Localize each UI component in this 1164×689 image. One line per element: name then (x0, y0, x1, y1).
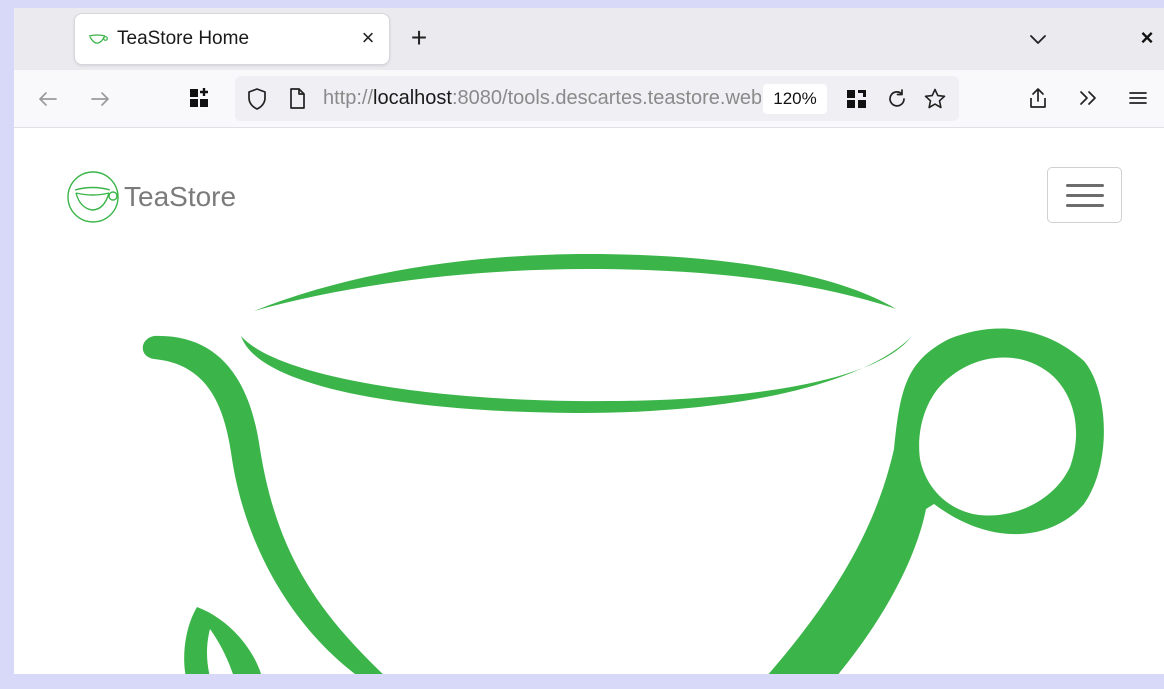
tab-close-button[interactable]: × (355, 24, 381, 52)
share-icon[interactable] (1026, 86, 1050, 110)
zoom-level-badge[interactable]: 120% (763, 84, 827, 114)
navbar-toggle-button[interactable] (1047, 167, 1122, 223)
bookmark-star-icon[interactable] (923, 87, 947, 111)
brand-link[interactable]: TeaStore (66, 169, 236, 225)
tab-teastore-home[interactable]: TeaStore Home × (75, 14, 389, 64)
hamburger-bar (1066, 184, 1104, 187)
url-text[interactable]: http://localhost:8080/tools.descartes.te… (323, 87, 761, 110)
tab-strip: TeaStore Home × + × (14, 8, 1164, 70)
teastore-logo-icon (67, 171, 119, 223)
page-icon[interactable] (285, 87, 309, 111)
tab-title: TeaStore Home (117, 28, 250, 49)
browser-window: TeaStore Home × + × http://localhost:808… (14, 8, 1164, 674)
new-tab-button[interactable]: + (404, 24, 434, 54)
window-close-button[interactable]: × (1135, 23, 1159, 53)
reload-icon[interactable] (885, 87, 909, 111)
page-content: TeaStore (14, 129, 1164, 674)
overflow-chevrons-icon[interactable] (1076, 86, 1100, 110)
brand-name: TeaStore (124, 181, 237, 212)
chevron-down-icon[interactable] (1026, 28, 1050, 50)
qr-code-icon[interactable] (845, 87, 869, 111)
hamburger-bar (1066, 204, 1104, 207)
teacup-icon (88, 34, 108, 44)
navigation-toolbar: http://localhost:8080/tools.descartes.te… (14, 70, 1164, 128)
menu-icon[interactable] (1126, 86, 1150, 110)
url-bar[interactable]: http://localhost:8080/tools.descartes.te… (235, 76, 959, 121)
shield-icon[interactable] (245, 87, 269, 111)
back-arrow-icon[interactable] (36, 87, 60, 111)
hamburger-bar (1066, 194, 1104, 197)
extensions-grid-icon[interactable] (188, 86, 212, 110)
forward-arrow-icon[interactable] (88, 87, 112, 111)
